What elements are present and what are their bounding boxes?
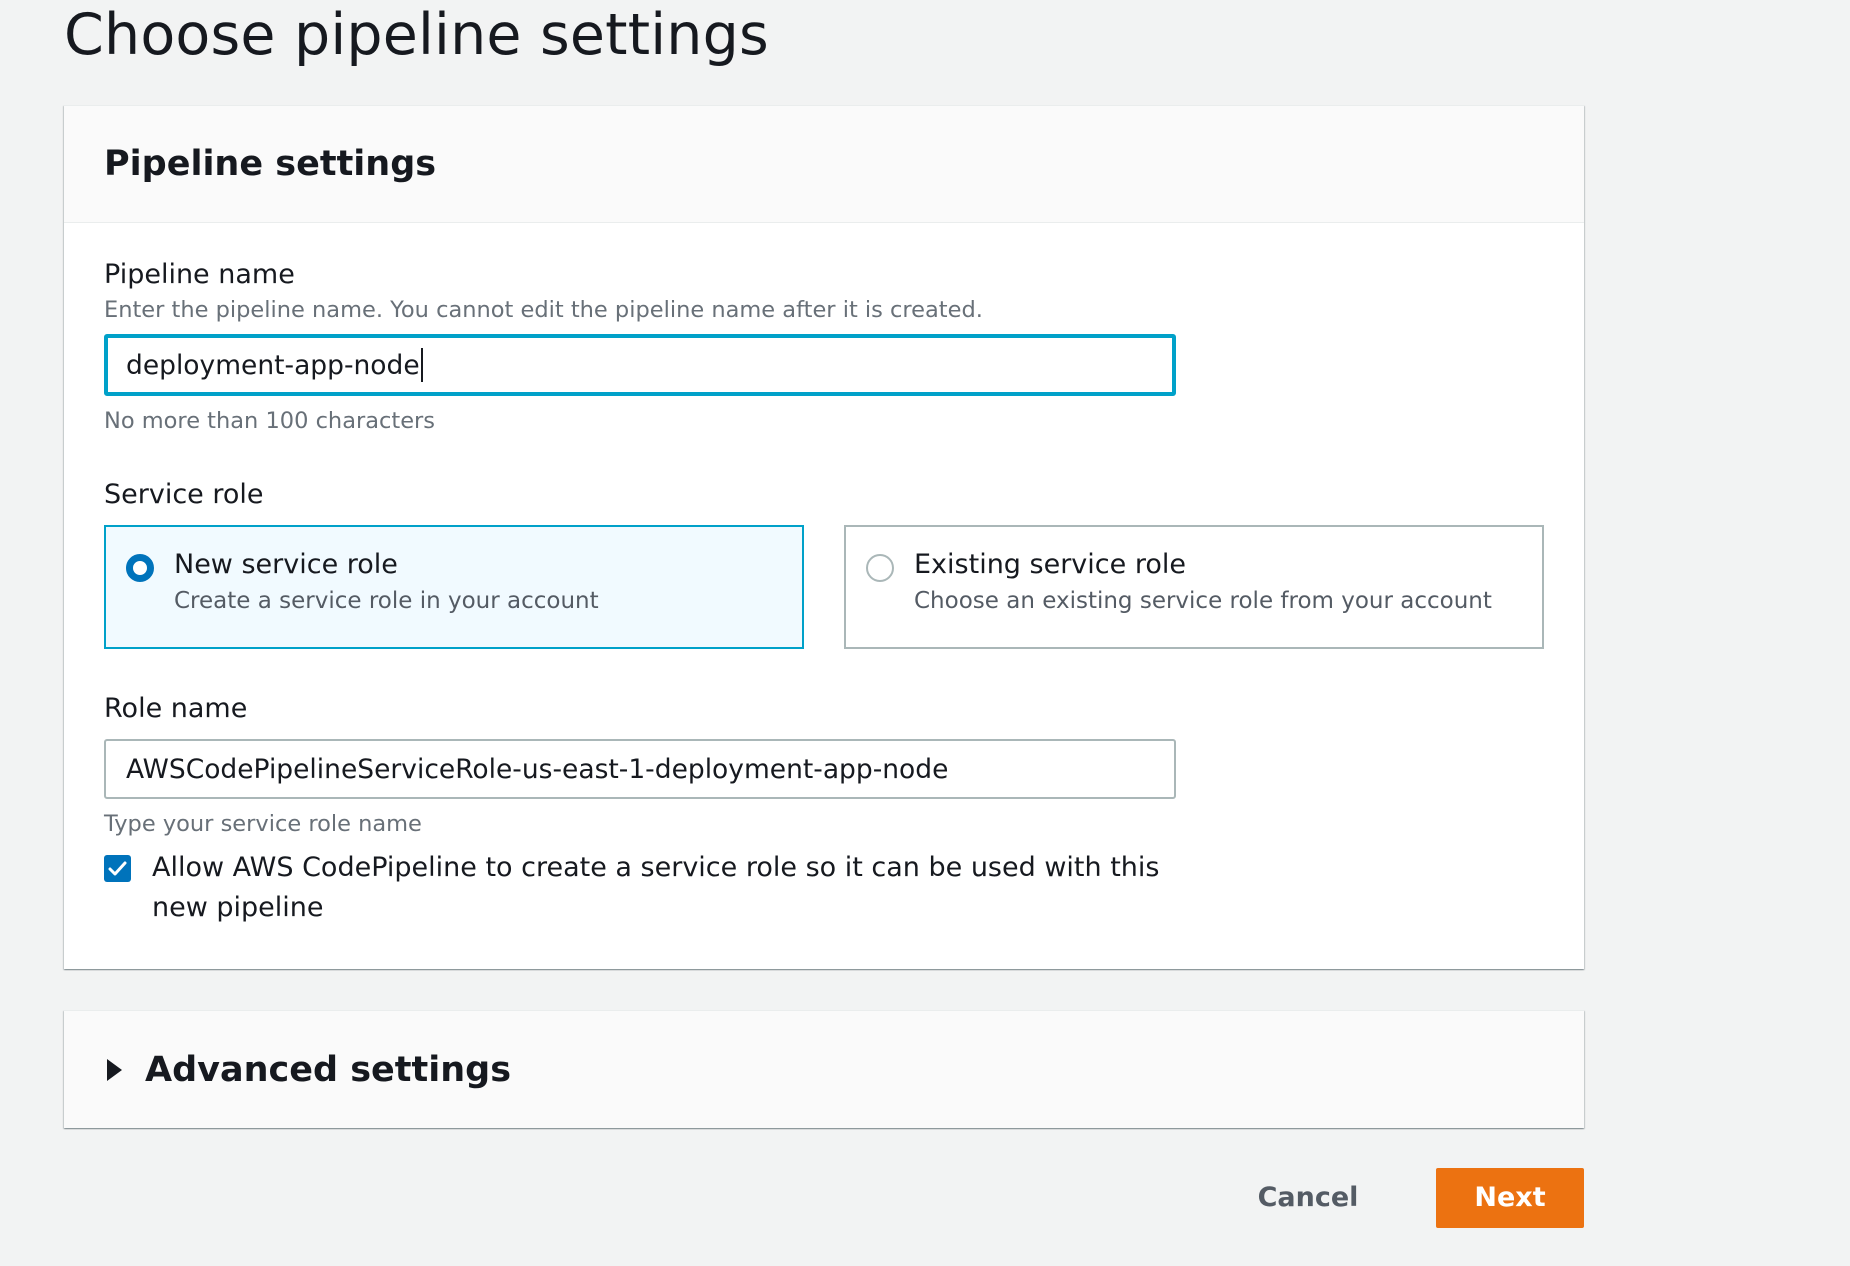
pipeline-settings-header: Pipeline settings (64, 106, 1584, 223)
page-title: Choose pipeline settings (64, 2, 769, 68)
advanced-settings-heading[interactable]: Advanced settings (145, 1048, 511, 1092)
pipeline-settings-heading: Pipeline settings (104, 144, 437, 184)
existing-service-role-tile[interactable]: Existing service role Choose an existing… (844, 525, 1544, 649)
advanced-settings-panel[interactable]: Advanced settings (64, 1010, 1584, 1128)
expand-triangle-icon[interactable] (107, 1059, 122, 1081)
role-name-constraint: Type your service role name (104, 811, 422, 837)
existing-service-role-description: Choose an existing service role from you… (914, 588, 1492, 614)
pipeline-name-description: Enter the pipeline name. You cannot edit… (104, 297, 983, 323)
pipeline-name-label: Pipeline name (104, 259, 295, 290)
text-caret (420, 348, 423, 382)
role-name-label: Role name (104, 693, 248, 724)
cancel-button[interactable]: Cancel (1236, 1168, 1380, 1228)
role-name-input[interactable]: AWSCodePipelineServiceRole-us-east-1-dep… (104, 739, 1176, 799)
allow-create-role-checkbox[interactable] (104, 855, 131, 882)
pipeline-name-value: deployment-app-node (126, 349, 420, 381)
new-service-role-description: Create a service role in your account (174, 588, 599, 614)
new-service-role-tile[interactable]: New service role Create a service role i… (104, 525, 804, 649)
new-service-role-title: New service role (174, 549, 398, 580)
new-service-role-radio[interactable] (126, 554, 154, 582)
pipeline-name-constraint: No more than 100 characters (104, 408, 436, 434)
role-name-value: AWSCodePipelineServiceRole-us-east-1-dep… (126, 753, 949, 785)
allow-create-role-label[interactable]: Allow AWS CodePipeline to create a servi… (152, 848, 1162, 928)
existing-service-role-radio[interactable] (866, 554, 894, 582)
checkmark-icon (108, 861, 127, 876)
service-role-label: Service role (104, 479, 264, 510)
pipeline-name-input[interactable]: deployment-app-node (104, 334, 1176, 396)
next-button[interactable]: Next (1436, 1168, 1584, 1228)
existing-service-role-title: Existing service role (914, 549, 1186, 580)
pipeline-settings-panel: Pipeline settings Pipeline name Enter th… (64, 105, 1584, 969)
